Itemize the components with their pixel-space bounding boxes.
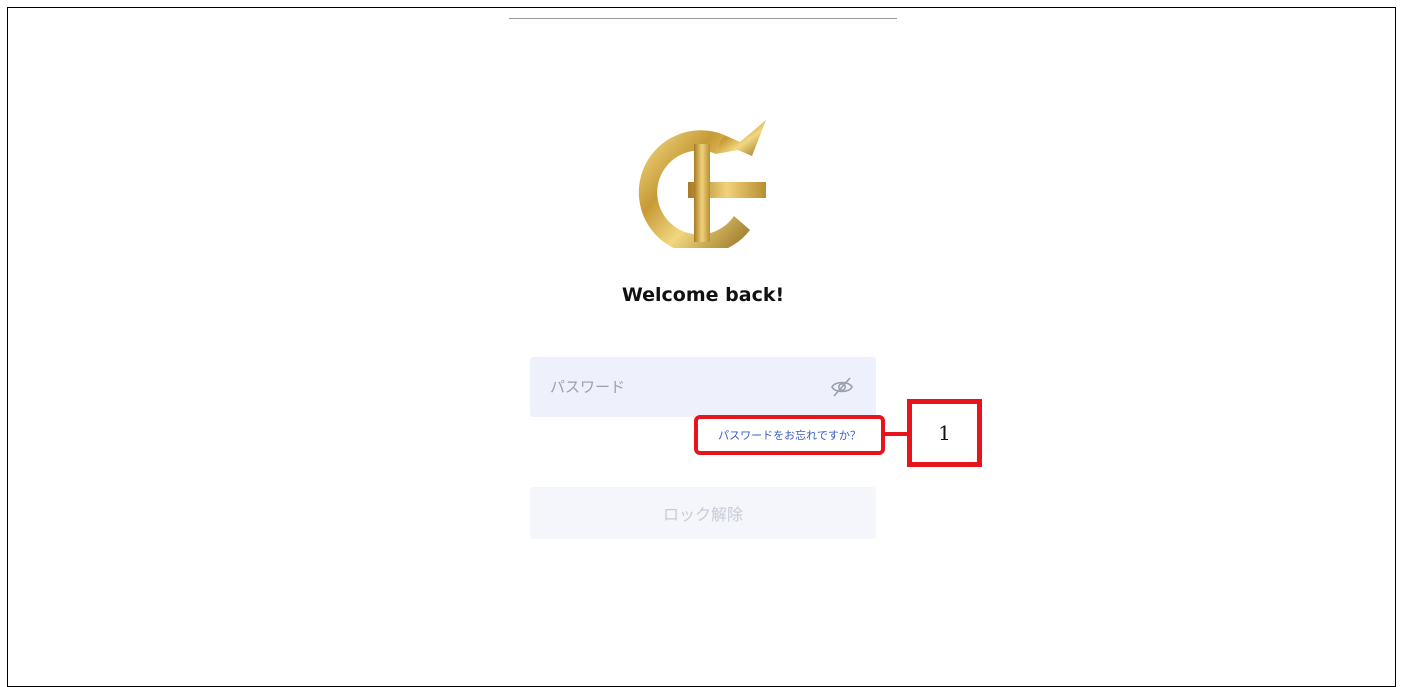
password-input[interactable]: [530, 357, 840, 417]
top-divider: [509, 18, 897, 19]
callout-connector: [885, 432, 909, 436]
eye-off-icon[interactable]: [830, 376, 854, 398]
password-field[interactable]: [530, 357, 876, 417]
unlock-button[interactable]: ロック解除: [530, 487, 876, 539]
screenshot-frame: [7, 7, 1396, 687]
forgot-password-link[interactable]: パスワードをお忘れですか？: [694, 415, 885, 455]
brand-logo: [638, 120, 766, 248]
welcome-heading: Welcome back!: [621, 284, 785, 306]
callout-number-badge: 1: [907, 399, 982, 467]
